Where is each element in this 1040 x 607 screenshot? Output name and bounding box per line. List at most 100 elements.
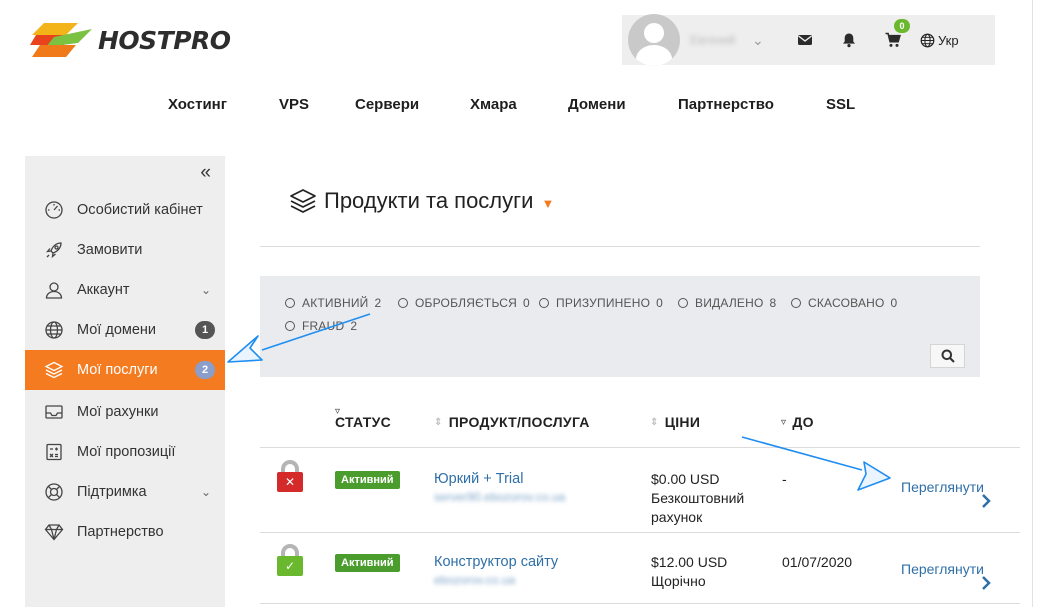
filter-label: СКАСОВАНО (808, 296, 885, 310)
chevron-down-icon: ⌄ (200, 485, 211, 499)
sidebar-item-support[interactable]: Підтримка ⌄ (25, 472, 225, 512)
search-button[interactable] (930, 344, 965, 368)
filter-count: 0 (656, 296, 663, 310)
diamond-icon (43, 521, 65, 543)
nav-domains[interactable]: Домени (568, 96, 626, 113)
radio-icon (285, 321, 295, 331)
filter-count: 8 (769, 296, 777, 310)
filter-label: АКТИВНИЙ (302, 296, 369, 310)
nav-vps[interactable]: VPS (279, 96, 309, 113)
product-domain: server90.ebozorov.co.ua (434, 490, 566, 504)
filter-deleted[interactable]: ВИДАЛЕНО 8 (678, 296, 776, 310)
column-header-due[interactable]: ▿ ДО (781, 414, 814, 430)
ssl-unsecured-icon: ✕ (277, 460, 303, 492)
collapse-sidebar-button[interactable]: « (200, 163, 211, 182)
column-header-status[interactable]: ▿ СТАТУС (335, 406, 391, 430)
filter-label: ВИДАЛЕНО (695, 296, 764, 310)
filter-count: 0 (890, 296, 898, 310)
chevron-down-icon: ⌄ (200, 283, 211, 297)
annotation-arrowhead (227, 335, 263, 363)
username[interactable]: Евгений (690, 33, 748, 47)
billing-cycle: Безкоштовний (651, 490, 745, 506)
user-bar: Евгений ⌄ 0 Укр (622, 14, 995, 66)
filter-count: 2 (374, 296, 382, 310)
filter-label: ПРИЗУПИНЕНО (556, 296, 651, 310)
search-icon (941, 349, 955, 363)
due-date: - (782, 471, 787, 487)
sidebar-item-dashboard[interactable]: Особистий кабінет (25, 190, 225, 230)
layers-icon (290, 189, 316, 213)
sidebar-item-label: Мої рахунки (77, 404, 159, 420)
filter-cancelled[interactable]: СКАСОВАНО 0 (791, 296, 897, 310)
filter-suspended[interactable]: ПРИЗУПИНЕНО 0 (539, 296, 663, 310)
filter-label: FRAUD (302, 319, 345, 333)
sidebar-item-label: Замовити (77, 242, 143, 258)
nav-cloud[interactable]: Хмара (470, 96, 517, 113)
filter-processing[interactable]: ОБРОБЛЯЄТЬСЯ 0 (398, 296, 530, 310)
sidebar-item-label: Партнерство (77, 524, 164, 540)
page-title: Продукти та послуги (324, 188, 534, 213)
sidebar-item-label: Мої послуги (77, 362, 158, 378)
sort-icon: ⇕ (650, 416, 659, 428)
logo-text: HOSTPRO (98, 25, 231, 55)
cart-icon[interactable]: 0 (882, 19, 910, 51)
mail-icon[interactable] (794, 29, 816, 51)
sidebar-item-label: Особистий кабінет (77, 202, 203, 218)
layers-icon (43, 359, 65, 381)
sidebar-item-quotes[interactable]: Мої пропозиції (25, 432, 225, 472)
annotation-arrow-line (741, 436, 863, 471)
filter-label: ОБРОБЛЯЄТЬСЯ (415, 296, 517, 310)
language-label: Укр (938, 32, 959, 48)
sidebar-item-label: Мої домени (77, 322, 157, 338)
price-cell: $12.00 USD Щорічно (651, 553, 727, 591)
inbox-icon (43, 401, 65, 423)
sort-icon: ▿ (335, 406, 341, 417)
ssl-secured-icon: ✓ (277, 544, 303, 576)
sidebar-item-label: Мої пропозиції (77, 444, 176, 460)
sort-icon: ▿ (781, 416, 787, 428)
product-link[interactable]: Юркий + Trial (434, 471, 523, 487)
chevron-right-icon[interactable] (981, 575, 991, 591)
chevron-down-icon[interactable]: ▼ (541, 196, 554, 211)
annotation-arrowhead (857, 461, 891, 491)
sidebar: « Особистий кабінет Замовити Аккаунт ⌄ М… (25, 156, 225, 607)
avatar[interactable] (628, 14, 680, 66)
nav-servers[interactable]: Сервери (355, 96, 419, 113)
main-nav: Хостинг VPS Сервери Хмара Домени Партнер… (0, 96, 1040, 118)
column-header-price[interactable]: ⇕ ЦІНИ (650, 414, 700, 430)
nav-partnership[interactable]: Партнерство (678, 96, 774, 113)
nav-hosting[interactable]: Хостинг (168, 96, 227, 113)
nav-ssl[interactable]: SSL (826, 96, 855, 113)
filter-count: 2 (350, 319, 358, 333)
divider (260, 447, 1020, 448)
view-details-link[interactable]: Переглянути (901, 561, 984, 577)
sidebar-item-partnership[interactable]: Партнерство (25, 512, 225, 552)
language-switcher[interactable]: Укр (920, 33, 959, 48)
column-header-label: ЦІНИ (664, 414, 701, 430)
price-cell: $0.00 USD Безкоштовний рахунок (651, 470, 744, 527)
sidebar-item-invoices[interactable]: Мої рахунки (25, 392, 225, 432)
page-edge (1032, 0, 1033, 607)
status-badge: Активний (335, 471, 400, 489)
hostpro-logo-mark (30, 23, 92, 57)
sidebar-item-account[interactable]: Аккаунт ⌄ (25, 270, 225, 310)
product-link[interactable]: Конструктор сайту (434, 554, 558, 570)
chevron-down-icon[interactable]: ⌄ (752, 32, 772, 49)
column-header-product[interactable]: ⇕ ПРОДУКТ/ПОСЛУГА (434, 414, 590, 430)
sidebar-item-services[interactable]: Мої послуги 2 (25, 350, 225, 390)
hostpro-logo[interactable]: HOSTPRO (26, 18, 236, 62)
filter-count: 0 (523, 296, 530, 310)
view-details-link[interactable]: Переглянути (901, 479, 984, 495)
due-date: 01/07/2020 (782, 554, 853, 570)
product-domain: ebozorov.co.ua (434, 573, 516, 587)
filter-fraud[interactable]: FRAUD 2 (285, 319, 357, 333)
radio-icon (678, 298, 688, 308)
sidebar-item-order[interactable]: Замовити (25, 230, 225, 270)
filter-active[interactable]: АКТИВНИЙ 2 (285, 296, 381, 310)
globe-icon (920, 33, 935, 47)
chevron-right-icon[interactable] (981, 493, 991, 509)
bell-icon[interactable] (838, 29, 860, 51)
sidebar-item-domains[interactable]: Мої домени 1 (25, 310, 225, 350)
cart-count-badge: 0 (894, 19, 910, 33)
divider (260, 532, 1020, 533)
